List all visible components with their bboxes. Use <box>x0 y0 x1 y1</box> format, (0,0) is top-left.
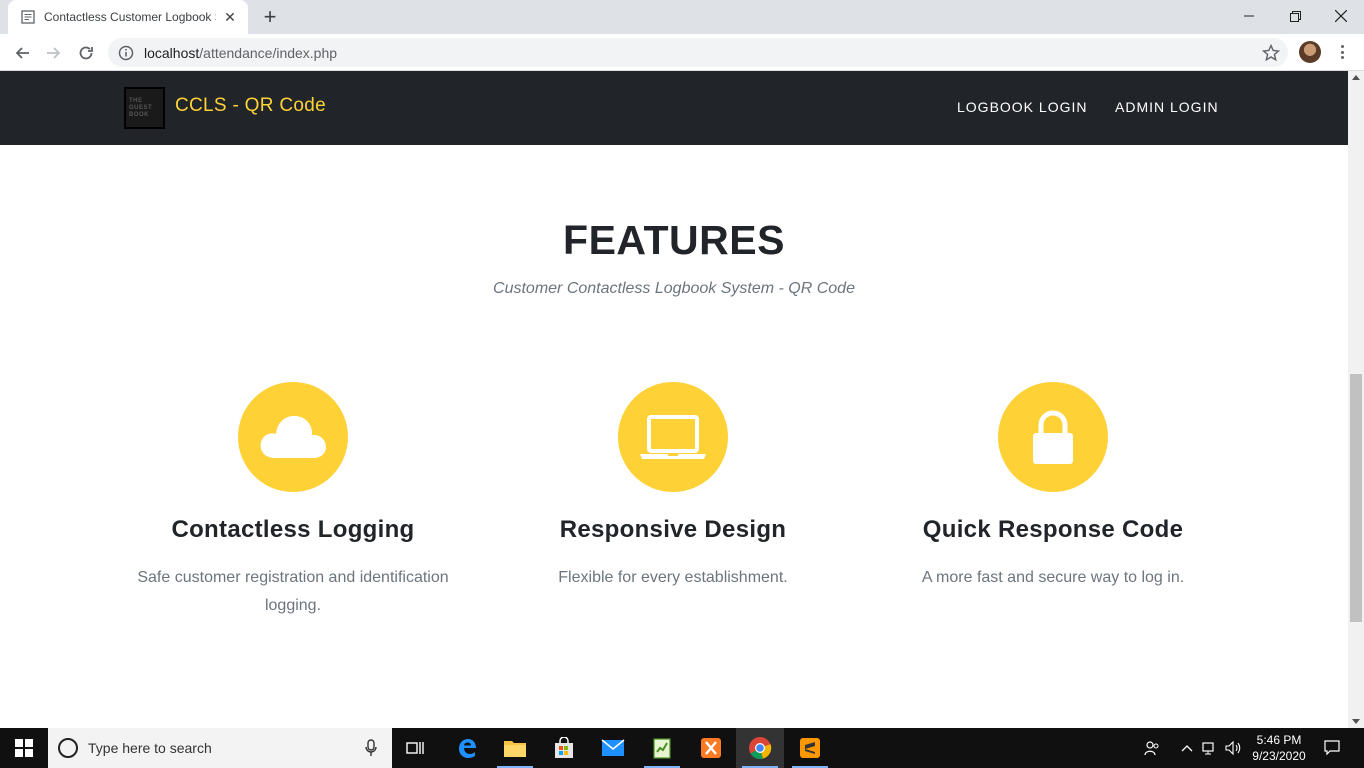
tab-title: Contactless Customer Logbook S <box>44 10 216 24</box>
people-icon[interactable] <box>1140 728 1164 768</box>
features-heading: FEATURES <box>563 217 785 263</box>
lock-icon <box>1033 410 1073 464</box>
clock-time: 5:46 PM <box>1256 733 1302 747</box>
reload-button[interactable] <box>73 40 99 66</box>
scroll-down-icon[interactable] <box>1352 719 1360 724</box>
taskbar-search-placeholder: Type here to search <box>88 740 212 756</box>
browser-toolbar: localhost/attendance/index.php <box>0 34 1364 71</box>
minimize-button[interactable] <box>1226 0 1272 32</box>
notepad-plus-icon[interactable] <box>638 728 686 768</box>
file-explorer-icon[interactable] <box>491 728 539 768</box>
bookmark-star-icon[interactable] <box>1262 44 1280 62</box>
brand-logo-line: BOOK <box>129 111 149 118</box>
task-view-icon[interactable] <box>392 728 440 768</box>
page-viewport: THE GUEST BOOK CCLS - QR Code LOGBOOK LO… <box>0 71 1348 728</box>
brand-logo-line: GUEST <box>129 104 153 111</box>
browser-tab[interactable]: Contactless Customer Logbook S ✕ <box>8 0 248 34</box>
close-window-button[interactable] <box>1318 0 1364 32</box>
scrollbar-thumb[interactable] <box>1350 374 1362 622</box>
laptop-icon <box>640 415 706 459</box>
page-icon <box>20 9 36 25</box>
mail-icon[interactable] <box>589 728 637 768</box>
feature-card: Quick Response Code A more fast and secu… <box>873 382 1233 592</box>
page-scrollbar[interactable] <box>1348 71 1364 728</box>
arrow-right-icon <box>47 47 61 59</box>
feature-icon-circle <box>618 382 728 492</box>
features-subheading: Customer Contactless Logbook System - QR… <box>493 280 855 297</box>
close-tab-icon[interactable]: ✕ <box>222 9 238 25</box>
info-icon[interactable] <box>118 45 134 61</box>
volume-icon[interactable] <box>1222 728 1246 768</box>
cloud-icon <box>260 415 326 458</box>
forward-button[interactable] <box>41 40 67 66</box>
feature-card: Contactless Logging Safe customer regist… <box>113 382 473 620</box>
edge-icon[interactable] <box>443 728 491 768</box>
microphone-icon[interactable] <box>364 739 378 757</box>
store-icon[interactable] <box>540 728 588 768</box>
browser-tabstrip: Contactless Customer Logbook S ✕ + <box>0 0 1364 34</box>
feature-description: Flexible for every establishment. <box>558 569 788 586</box>
arrow-left-icon <box>15 47 29 59</box>
notifications-icon[interactable] <box>1318 728 1346 768</box>
browser-menu-icon[interactable] <box>1333 43 1351 61</box>
brand-logo-line: THE <box>129 97 143 104</box>
cortana-icon <box>58 738 78 758</box>
url-path: /attendance/index.php <box>199 44 338 61</box>
chrome-icon[interactable] <box>736 728 784 768</box>
feature-title: Contactless Logging <box>171 516 415 543</box>
logbook-login-link[interactable]: LOGBOOK LOGIN <box>957 99 1087 115</box>
windows-taskbar: Type here to search 5:46 PM 9/23/2020 <box>0 728 1364 768</box>
site-navbar: THE GUEST BOOK CCLS - QR Code LOGBOOK LO… <box>0 71 1348 145</box>
feature-icon-circle <box>238 382 348 492</box>
brand-logo[interactable]: THE GUEST BOOK <box>124 87 165 129</box>
url-text: localhost/attendance/index.php <box>144 45 337 61</box>
feature-card: Responsive Design Flexible for every est… <box>493 382 853 592</box>
brand-name[interactable]: CCLS - QR Code <box>175 95 326 117</box>
new-tab-button[interactable]: + <box>258 4 282 29</box>
admin-login-link[interactable]: ADMIN LOGIN <box>1115 99 1219 115</box>
network-icon[interactable] <box>1200 728 1220 768</box>
feature-icon-circle <box>998 382 1108 492</box>
address-bar[interactable]: localhost/attendance/index.php <box>108 38 1288 67</box>
profile-avatar[interactable] <box>1299 41 1321 63</box>
windows-logo-icon <box>15 739 33 757</box>
feature-description: Safe customer registration and identific… <box>137 569 449 614</box>
taskbar-search[interactable]: Type here to search <box>48 728 392 768</box>
feature-title: Quick Response Code <box>922 516 1184 543</box>
reload-icon <box>79 46 93 60</box>
feature-title: Responsive Design <box>559 516 787 543</box>
feature-description: A more fast and secure way to log in. <box>921 569 1185 586</box>
url-host: localhost <box>144 44 200 61</box>
scroll-up-icon[interactable] <box>1352 75 1360 80</box>
start-button[interactable] <box>0 728 48 768</box>
restore-button[interactable] <box>1272 0 1318 32</box>
clock-date: 9/23/2020 <box>1252 749 1306 763</box>
chevron-up-icon[interactable] <box>1178 728 1196 768</box>
system-clock[interactable]: 5:46 PM 9/23/2020 <box>1244 732 1314 764</box>
back-button[interactable] <box>9 40 35 66</box>
sublime-text-icon[interactable] <box>786 728 834 768</box>
xampp-icon[interactable] <box>687 728 735 768</box>
